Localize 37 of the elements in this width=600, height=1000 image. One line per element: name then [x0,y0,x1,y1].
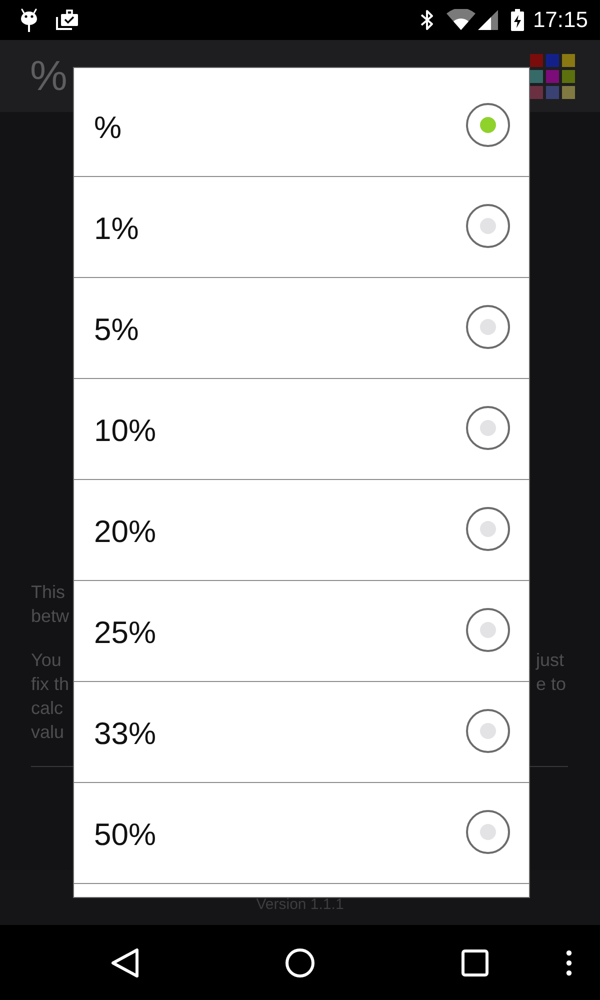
radio-button[interactable] [466,709,510,753]
option-label[interactable]: 20% [94,514,156,550]
tile-grid-icon[interactable] [530,54,575,98]
option-label[interactable]: 5% [94,312,139,348]
home-icon[interactable] [285,948,315,978]
body-text: You [31,649,62,671]
body-text: just [536,649,564,671]
body-text: valu [31,721,64,743]
back-icon[interactable] [110,946,140,978]
option-label[interactable]: 10% [94,413,156,449]
wifi-icon [446,9,476,31]
radio-button[interactable] [466,810,510,854]
radio-button[interactable] [466,406,510,450]
option-label[interactable]: 25% [94,615,156,651]
android-icon [19,8,39,32]
body-text: betw [31,605,70,627]
recents-icon[interactable] [461,948,489,976]
option-label[interactable]: 50% [94,817,156,853]
battery-charging-icon [510,9,524,31]
radio-button[interactable] [466,204,510,248]
radio-button[interactable] [466,103,510,147]
body-text: e to [536,673,566,695]
status-time: 17:15 [532,7,588,33]
app-logo: % [30,53,68,99]
body-text: This [31,581,66,603]
signal-icon [476,9,499,31]
option-label[interactable]: % [94,110,122,146]
radio-button[interactable] [466,305,510,349]
option-label[interactable]: 1% [94,211,139,247]
body-text: fix th [31,673,70,695]
bluetooth-icon [420,9,434,31]
more-vertical-icon[interactable] [566,950,572,976]
radio-button[interactable] [466,507,510,551]
briefcase-check-icon [55,9,79,31]
radio-button[interactable] [466,608,510,652]
option-label[interactable]: 33% [94,716,156,752]
body-text: calc [31,697,64,719]
